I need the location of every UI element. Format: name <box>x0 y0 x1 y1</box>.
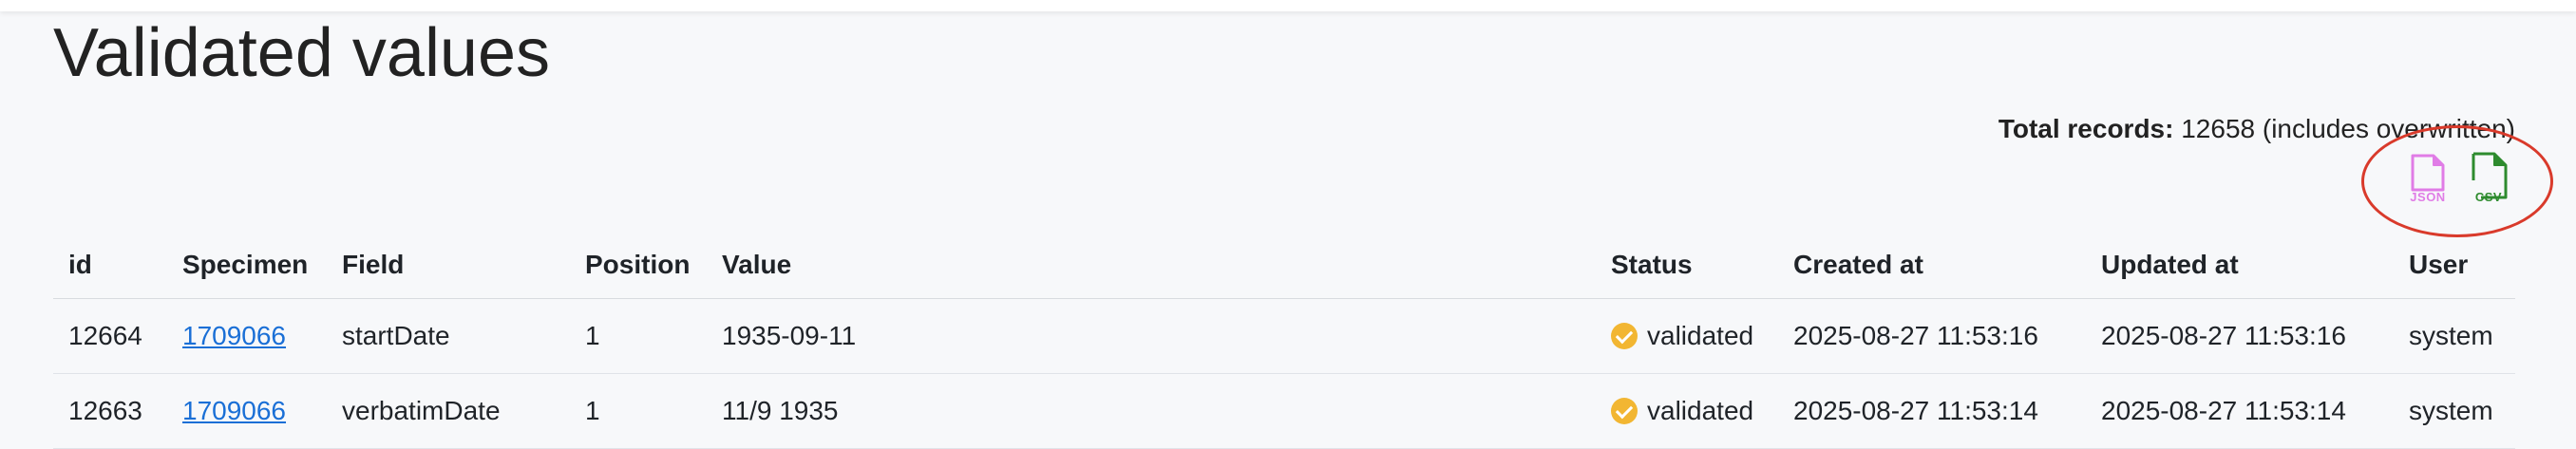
cell-updated-at: 2025-08-27 11:53:14 <box>2086 373 2394 449</box>
cell-position: 1 <box>570 298 707 374</box>
cell-updated-at: 2025-08-27 11:53:16 <box>2086 298 2394 374</box>
cell-field: startDate <box>327 298 570 374</box>
download-buttons: JSON CSV <box>2405 152 2511 205</box>
validated-values-table: id Specimen Field Position Value Status … <box>53 232 2515 449</box>
page-title: Validated values <box>53 15 551 91</box>
table-row: 12664 1709066 startDate 1 1935-09-11 val… <box>53 298 2515 374</box>
validated-values-page: Validated values Total records: 12658 (i… <box>53 0 2553 449</box>
cell-status: validated <box>1596 373 1778 449</box>
col-header-user[interactable]: User <box>2394 232 2515 299</box>
col-header-position[interactable]: Position <box>570 232 707 299</box>
validated-check-icon <box>1611 398 1638 424</box>
col-header-value[interactable]: Value <box>707 232 1596 299</box>
col-header-id[interactable]: id <box>53 232 167 299</box>
cell-position: 1 <box>570 373 707 449</box>
json-label: JSON <box>2410 190 2446 204</box>
specimen-link[interactable]: 1709066 <box>182 396 286 425</box>
cell-created-at: 2025-08-27 11:53:16 <box>1778 298 2086 374</box>
cell-value: 11/9 1935 <box>707 373 1596 449</box>
total-records: Total records: 12658 (includes overwritt… <box>1998 112 2515 146</box>
cell-specimen: 1709066 <box>167 298 327 374</box>
cell-specimen: 1709066 <box>167 373 327 449</box>
cell-value: 1935-09-11 <box>707 298 1596 374</box>
total-records-note: (includes overwritten) <box>2262 114 2515 143</box>
cell-id: 12663 <box>53 373 167 449</box>
download-json-button[interactable]: JSON <box>2405 152 2451 205</box>
status-text: validated <box>1647 396 1754 425</box>
col-header-specimen[interactable]: Specimen <box>167 232 327 299</box>
col-header-updated-at[interactable]: Updated at <box>2086 232 2394 299</box>
table-header-row: id Specimen Field Position Value Status … <box>53 232 2515 299</box>
total-records-value: 12658 <box>2181 114 2256 143</box>
cell-user: system <box>2394 373 2515 449</box>
cell-field: verbatimDate <box>327 373 570 449</box>
total-records-label: Total records: <box>1998 114 2174 143</box>
validated-check-icon <box>1611 323 1638 349</box>
cell-status: validated <box>1596 298 1778 374</box>
csv-label: CSV <box>2474 190 2503 204</box>
cell-user: system <box>2394 298 2515 374</box>
cell-created-at: 2025-08-27 11:53:14 <box>1778 373 2086 449</box>
specimen-link[interactable]: 1709066 <box>182 321 286 350</box>
col-header-field[interactable]: Field <box>327 232 570 299</box>
download-csv-button[interactable]: CSV <box>2466 152 2511 205</box>
table-row: 12663 1709066 verbatimDate 1 11/9 1935 v… <box>53 373 2515 449</box>
col-header-status[interactable]: Status <box>1596 232 1778 299</box>
col-header-created-at[interactable]: Created at <box>1778 232 2086 299</box>
status-text: validated <box>1647 321 1754 350</box>
cell-id: 12664 <box>53 298 167 374</box>
